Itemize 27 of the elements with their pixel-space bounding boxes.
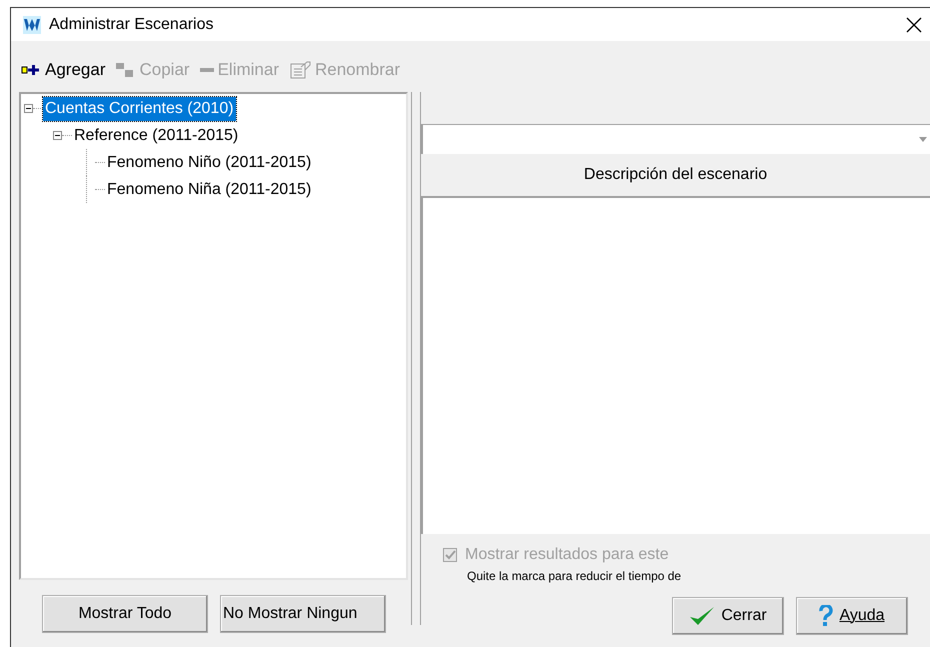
minus-icon (200, 67, 214, 73)
close-icon[interactable] (906, 16, 922, 32)
checkbox-label: Mostrar resultados para este (465, 545, 669, 565)
tree-item[interactable]: Fenomeno Niño (2011-2015) (105, 150, 314, 174)
hint-text: Quite la marca para reducir el tiempo de (466, 568, 682, 585)
app-icon (23, 16, 41, 34)
tree-action-button[interactable]: Mostrar Todo (42, 595, 208, 633)
checkmark-icon (689, 606, 716, 626)
tree-action-button[interactable]: No Mostrar Ningun (220, 595, 386, 633)
dialog-button[interactable]: Cerrar (672, 597, 784, 635)
dropdown-arrow-icon (918, 136, 928, 142)
tree-item[interactable]: Reference (2011-2015) (72, 124, 240, 148)
document-icon (288, 61, 311, 79)
dialog-button[interactable]: Ayuda (796, 597, 908, 635)
collapse-icon[interactable] (24, 104, 33, 113)
folders-icon (115, 62, 136, 78)
description-field[interactable] (421, 196, 930, 534)
tree-item[interactable]: Fenomeno Niña (2011-2015) (105, 178, 314, 202)
description-header: Descripción del escenario (582, 165, 768, 185)
window-title: Administrar Escenarios (49, 14, 214, 34)
tree-item[interactable]: Cuentas Corrientes (2010) (43, 96, 236, 120)
plus-icon (21, 63, 41, 77)
splitter[interactable] (411, 92, 421, 625)
question-mark-icon (819, 605, 834, 627)
scenario-dropdown[interactable] (421, 124, 930, 154)
toolbar-button[interactable]: Agregar (21, 57, 106, 83)
collapse-icon[interactable] (53, 131, 62, 140)
